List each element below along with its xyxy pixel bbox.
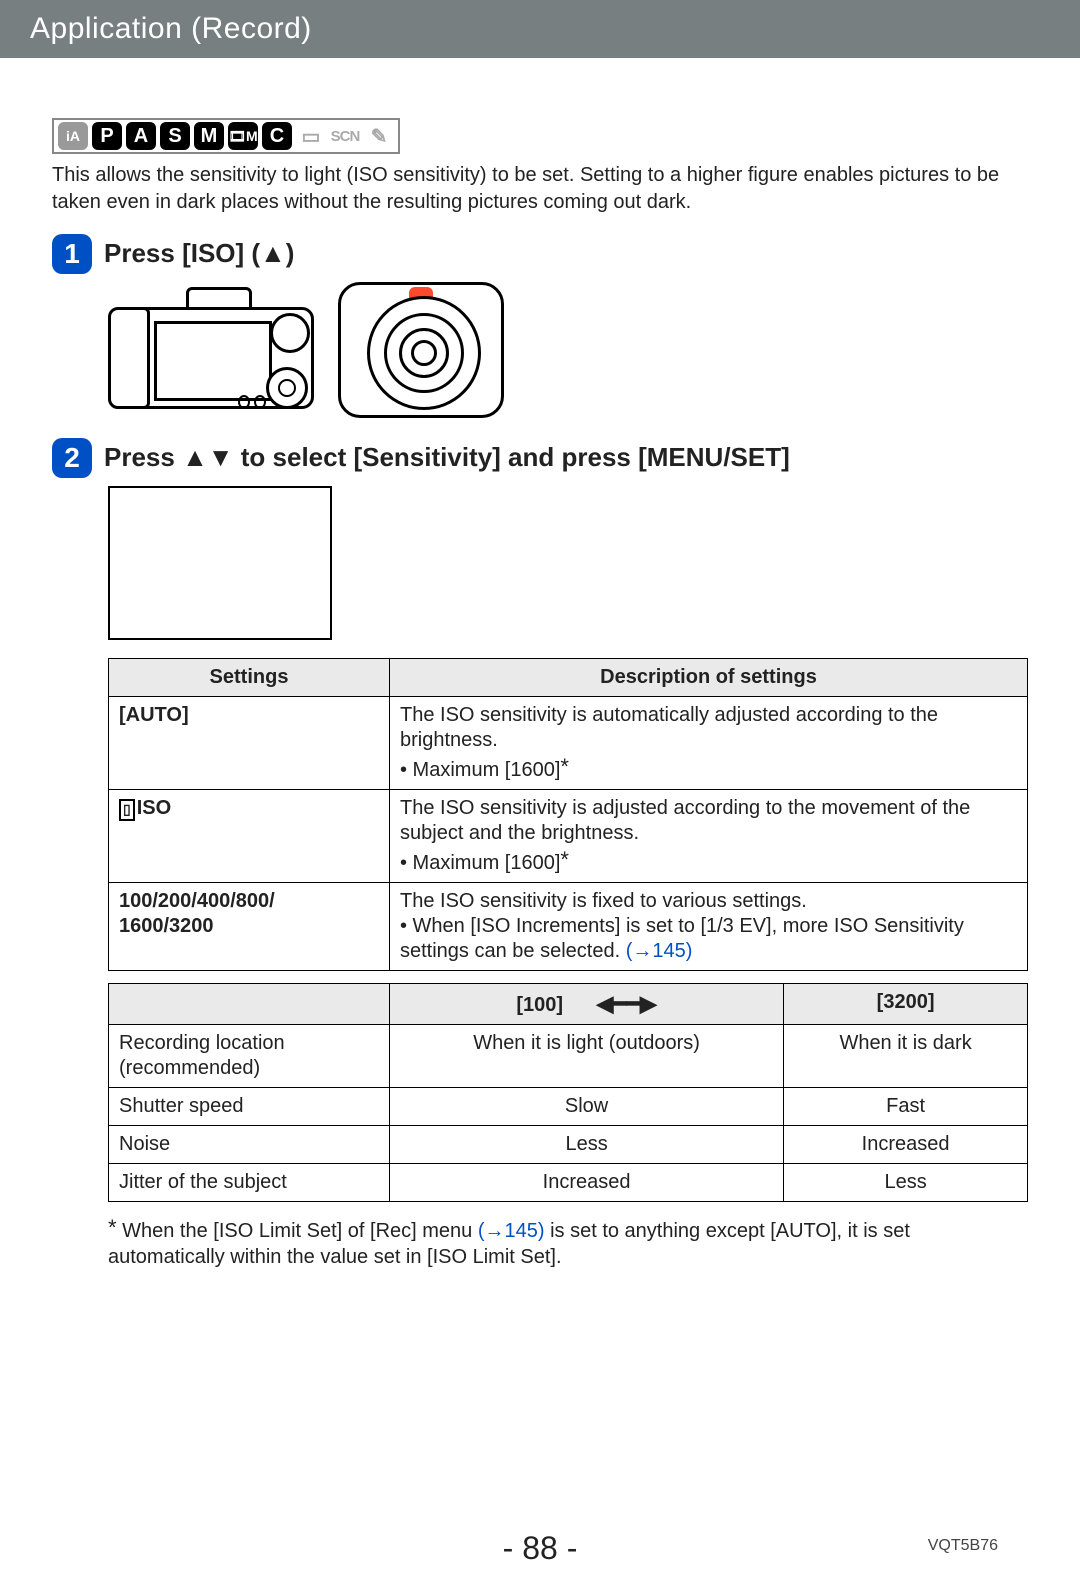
setting-iiso: ISO bbox=[137, 797, 171, 819]
h-blank bbox=[109, 984, 390, 1025]
asterisk-icon: * bbox=[560, 847, 569, 872]
footnote-a: When the [ISO Limit Set] of [Rec] menu bbox=[122, 1220, 478, 1242]
h-description: Description of settings bbox=[390, 659, 1028, 697]
breadcrumb-header: Application (Record) bbox=[0, 0, 1080, 58]
step-2: 2 Press ▲▼ to select [Sensitivity] and p… bbox=[52, 438, 1028, 478]
h-settings: Settings bbox=[109, 659, 390, 697]
table-row: Shutter speedSlowFast bbox=[109, 1088, 1028, 1126]
step-2-title: Press ▲▼ to select [Sensitivity] and pre… bbox=[104, 442, 790, 473]
step-1-title: Press [ISO] (▲) bbox=[104, 238, 294, 269]
mode-availability-row: iA P A S M 🎞M C ▭ SCN ✎ bbox=[52, 118, 400, 154]
step-1: 1 Press [ISO] (▲) bbox=[52, 234, 1028, 274]
mode-p-icon: P bbox=[92, 122, 122, 150]
table-row: [AUTO] The ISO sensitivity is automatica… bbox=[109, 697, 1028, 790]
h-3200: [3200] bbox=[784, 984, 1028, 1025]
desc-iiso-max: • Maximum [1600] bbox=[400, 852, 560, 874]
range-arrow-icon: ◀━━▶ bbox=[596, 990, 656, 1018]
step-number-2: 2 bbox=[52, 438, 92, 478]
h-100: [100] bbox=[516, 994, 563, 1016]
desc-iiso: The ISO sensitivity is adjusted accordin… bbox=[400, 797, 970, 844]
camera-back-icon bbox=[108, 285, 328, 415]
desc-auto-max: • Maximum [1600] bbox=[400, 759, 560, 781]
intro-text: This allows the sensitivity to light (IS… bbox=[52, 162, 1028, 216]
screen-placeholder bbox=[108, 486, 332, 640]
mode-m-icon: M bbox=[194, 122, 224, 150]
mode-scn-icon: SCN bbox=[330, 122, 360, 150]
mode-creative-icon: ✎ bbox=[364, 122, 394, 150]
mode-movie-m-icon: 🎞M bbox=[228, 122, 258, 150]
desc-auto: The ISO sensitivity is automatically adj… bbox=[400, 704, 938, 751]
comparison-table: [100] ◀━━▶ [3200] Recording location (re… bbox=[108, 983, 1028, 1202]
table-row: ▯ISO The ISO sensitivity is adjusted acc… bbox=[109, 790, 1028, 883]
asterisk-icon: * bbox=[108, 1215, 117, 1240]
table-row: NoiseLessIncreased bbox=[109, 1126, 1028, 1164]
desc-fixed: The ISO sensitivity is fixed to various … bbox=[400, 890, 807, 912]
step-number-1: 1 bbox=[52, 234, 92, 274]
dpad-zoom-icon bbox=[338, 282, 504, 418]
mode-a-icon: A bbox=[126, 122, 156, 150]
setting-auto: [AUTO] bbox=[119, 704, 189, 726]
link-145[interactable]: (→145) bbox=[626, 940, 693, 962]
settings-table: Settings Description of settings [AUTO] … bbox=[108, 658, 1028, 971]
mode-ia-icon: iA bbox=[58, 122, 88, 150]
camera-illustration bbox=[108, 280, 1028, 420]
table-row: 100/200/400/800/ 1600/3200 The ISO sensi… bbox=[109, 883, 1028, 971]
table-row: Jitter of the subjectIncreasedLess bbox=[109, 1164, 1028, 1202]
mode-panorama-icon: ▭ bbox=[296, 122, 326, 150]
intelligent-iso-icon: ▯ bbox=[119, 799, 135, 821]
footnote: * When the [ISO Limit Set] of [Rec] menu… bbox=[108, 1214, 1028, 1270]
breadcrumb: Application (Record) bbox=[30, 12, 312, 45]
mode-s-icon: S bbox=[160, 122, 190, 150]
asterisk-icon: * bbox=[560, 754, 569, 779]
mode-c-icon: C bbox=[262, 122, 292, 150]
link-145[interactable]: (→145) bbox=[478, 1220, 545, 1242]
setting-fixed: 100/200/400/800/ 1600/3200 bbox=[119, 890, 275, 937]
table-row: Recording location (recommended)When it … bbox=[109, 1025, 1028, 1088]
